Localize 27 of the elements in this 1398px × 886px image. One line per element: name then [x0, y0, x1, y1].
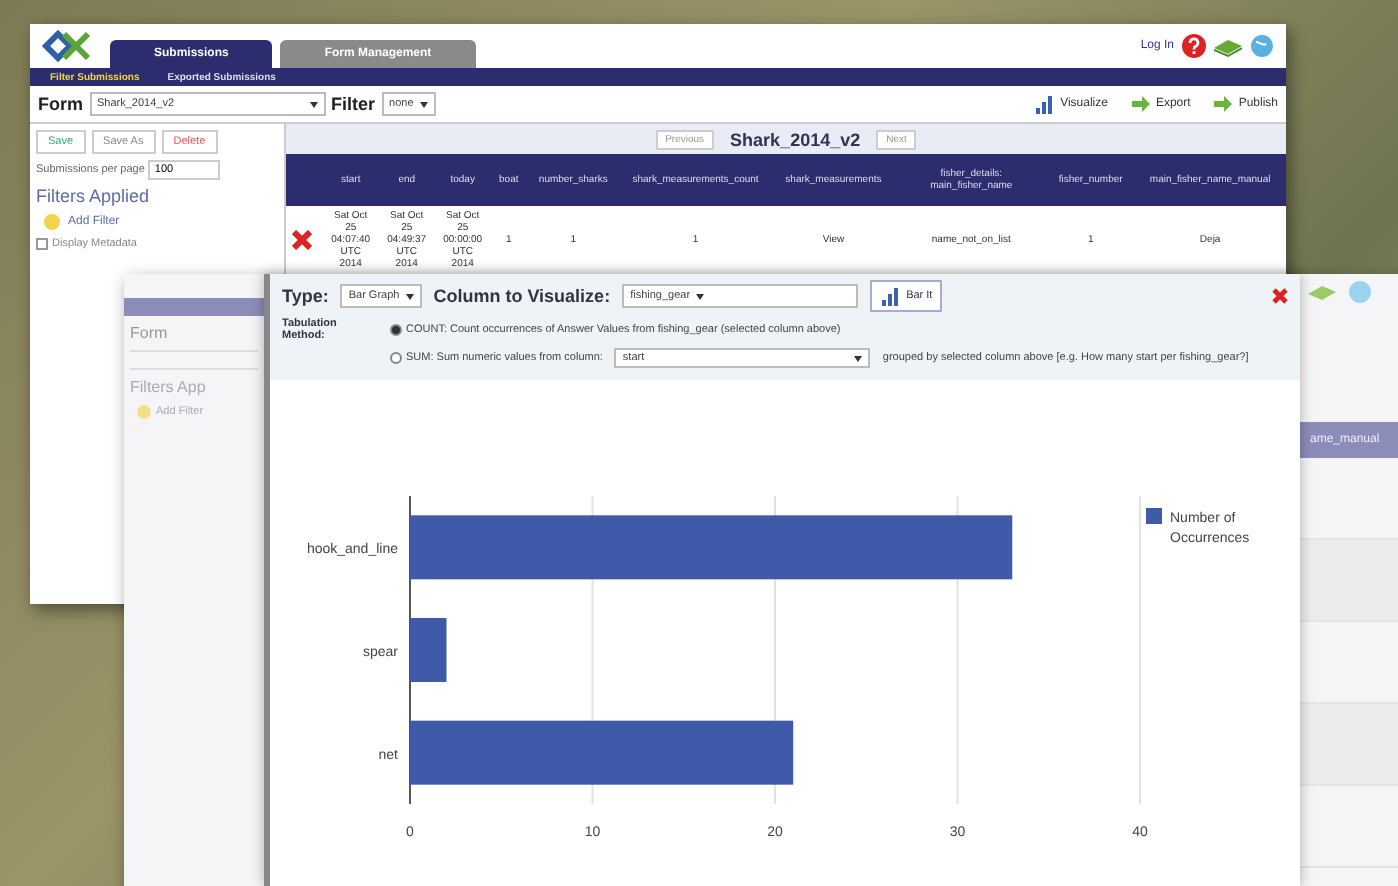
arrow-icon	[1129, 94, 1150, 114]
logo-icon	[42, 28, 94, 64]
legend-swatch	[1146, 508, 1162, 524]
bar-chart-icon	[1034, 94, 1055, 114]
globe-icon	[1348, 280, 1372, 304]
filters-heading: Filters Applied	[36, 186, 152, 206]
filter-label: Filter	[331, 94, 376, 114]
globe-icon	[1250, 34, 1274, 58]
book-icon	[1308, 280, 1336, 304]
sun-icon	[136, 404, 152, 420]
button-row	[130, 350, 258, 370]
book-icon	[1214, 34, 1242, 58]
form-label: Form	[38, 94, 83, 114]
sun-icon	[42, 212, 62, 232]
form-label: Form	[128, 324, 170, 342]
delete-icon	[292, 230, 312, 250]
filters-heading: Filters App	[128, 378, 208, 396]
arrow-icon	[1212, 94, 1233, 114]
close-icon	[1272, 288, 1288, 304]
help-icon	[1182, 34, 1206, 58]
type-label: Type:	[282, 286, 329, 306]
sub-navigation-bar	[124, 298, 264, 316]
form-title: Shark_2014_v2	[730, 129, 861, 149]
table-header-cell	[286, 154, 323, 206]
column-label: Column to Visualize:	[433, 286, 611, 306]
bar	[410, 618, 447, 682]
bar-chart-icon	[880, 286, 901, 306]
